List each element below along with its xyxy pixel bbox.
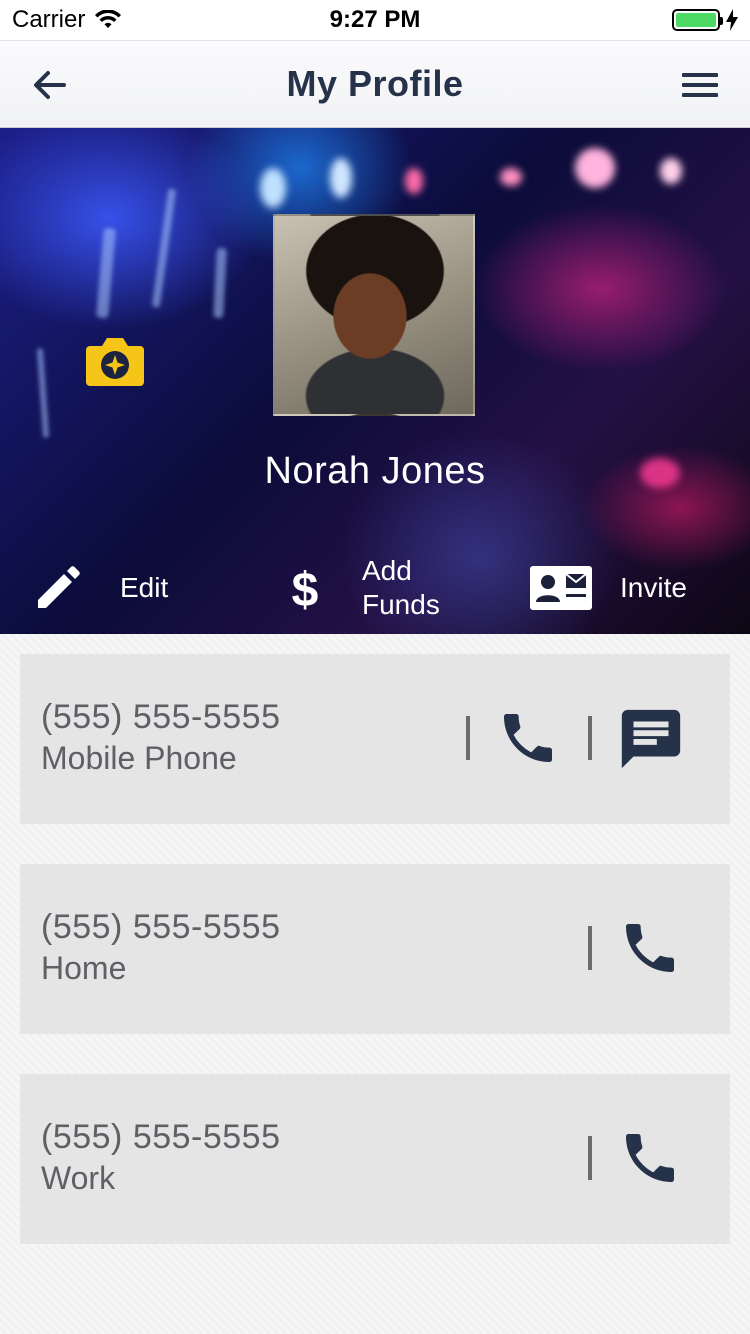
status-bar: Carrier 9:27 PM [0, 0, 750, 40]
background-light [330, 158, 352, 198]
invite-button[interactable]: Invite [530, 542, 687, 634]
contact-card-work: (555) 555-5555 Work [20, 1074, 730, 1244]
contact-card-home: (555) 555-5555 Home [20, 864, 730, 1034]
battery-fill [676, 13, 716, 27]
charging-bolt-icon [726, 9, 738, 31]
contact-card-icon [530, 566, 592, 610]
background-light [500, 168, 522, 186]
phone-icon[interactable] [496, 706, 560, 770]
invite-label: Invite [620, 572, 687, 603]
status-right [672, 9, 738, 31]
phone-number: (555) 555-5555 [41, 698, 281, 736]
phone-icon[interactable] [618, 916, 682, 980]
background-light [405, 168, 423, 194]
nav-bar: My Profile [0, 40, 750, 128]
background-light-streak [36, 347, 50, 439]
page-title: My Profile [286, 63, 464, 104]
edit-label: Edit [120, 572, 169, 603]
add-funds-label: Add Funds [362, 555, 440, 620]
camera-icon[interactable] [86, 334, 144, 386]
phone-icon[interactable] [618, 1126, 682, 1190]
phone-type-label: Mobile Phone [41, 740, 237, 776]
background-light-streak [96, 227, 116, 319]
background-light [660, 158, 682, 184]
phone-number: (555) 555-5555 [41, 1118, 281, 1156]
phone-type-label: Work [41, 1160, 116, 1196]
battery-icon [672, 9, 723, 31]
message-icon[interactable] [616, 704, 686, 774]
arrow-left-icon[interactable] [28, 63, 72, 107]
carrier-label: Carrier [12, 6, 86, 33]
status-left: Carrier [12, 6, 122, 34]
profile-name: Norah Jones [264, 450, 486, 492]
divider [588, 716, 592, 760]
dollar-icon: $ [292, 564, 319, 614]
background-light [575, 148, 615, 188]
background-light-streak [213, 247, 227, 319]
wifi-icon [95, 10, 122, 28]
background-light [260, 168, 286, 208]
profile-header: Norah Jones Edit $ Add Funds Invite [0, 128, 750, 634]
background-light-streak [151, 188, 177, 308]
phone-number: (555) 555-5555 [41, 908, 281, 946]
svg-text:$: $ [292, 564, 319, 614]
avatar [273, 214, 475, 416]
action-bar: Edit $ Add Funds Invite [0, 542, 750, 634]
divider [588, 1136, 592, 1180]
phone-type-label: Home [41, 950, 127, 986]
pencil-icon [38, 566, 80, 608]
edit-button[interactable]: Edit [34, 542, 168, 634]
contact-list: (555) 555-5555 Mobile Phone (555) 555-55… [0, 634, 750, 1334]
add-funds-button[interactable]: $ Add Funds [288, 542, 462, 634]
divider [588, 926, 592, 970]
divider [466, 716, 470, 760]
contact-card-mobile: (555) 555-5555 Mobile Phone [20, 654, 730, 824]
hamburger-menu-icon[interactable] [678, 65, 722, 105]
